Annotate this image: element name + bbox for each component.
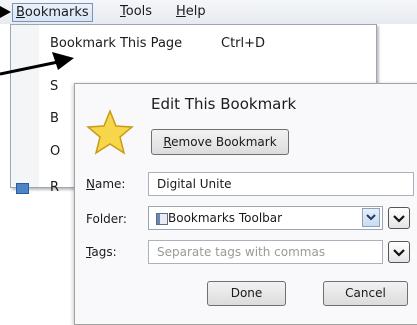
annotation-arrow-icon bbox=[0, 52, 74, 76]
star-icon bbox=[86, 109, 134, 155]
folder-expander-button[interactable] bbox=[388, 207, 410, 229]
shortcut-label: Ctrl+D bbox=[221, 36, 266, 51]
pointer-arrow-icon bbox=[0, 6, 11, 18]
chevron-down-icon bbox=[393, 215, 405, 223]
dialog-title: Edit This Bookmark bbox=[151, 95, 297, 113]
menu-tools[interactable]: Tools bbox=[120, 4, 152, 20]
remove-bookmark-button[interactable]: Remove Bookmark bbox=[151, 129, 289, 155]
bookmark-item-icon bbox=[16, 183, 29, 194]
tags-expander-button[interactable] bbox=[388, 241, 410, 263]
menu-item-partial-4[interactable]: O bbox=[50, 144, 60, 159]
done-button[interactable]: Done bbox=[207, 281, 286, 306]
menu-item-partial-5[interactable]: R bbox=[50, 180, 59, 195]
folder-label: Folder: bbox=[86, 212, 127, 226]
menu-help[interactable]: Help bbox=[176, 4, 206, 20]
name-input[interactable]: Digital Unite bbox=[148, 172, 414, 196]
tags-input[interactable]: Separate tags with commas bbox=[148, 240, 383, 264]
menu-item-partial-3[interactable]: B bbox=[50, 111, 59, 126]
folder-dropdown-button[interactable] bbox=[362, 208, 380, 227]
name-label: Name: bbox=[86, 177, 126, 191]
tags-label: Tags: bbox=[86, 245, 117, 259]
menu-item-partial-2[interactable]: S bbox=[50, 79, 58, 94]
chevron-down-icon bbox=[393, 249, 405, 257]
chevron-down-icon bbox=[366, 214, 376, 221]
menu-bookmarks[interactable]: Bookmarks bbox=[12, 3, 93, 22]
menu-bar: Bookmarks Tools Help bbox=[0, 0, 417, 24]
folder-value: Bookmarks Toolbar bbox=[168, 211, 283, 225]
cancel-button[interactable]: Cancel bbox=[323, 281, 408, 306]
bookmarks-toolbar-icon bbox=[156, 213, 168, 225]
